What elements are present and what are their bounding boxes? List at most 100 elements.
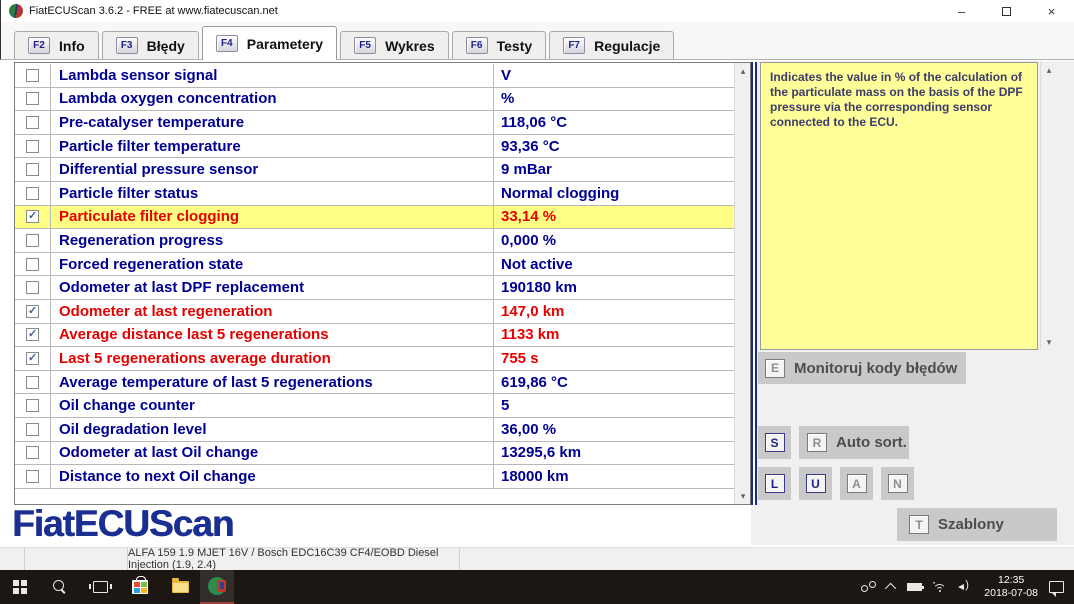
parameter-name: Particle filter status (59, 185, 198, 202)
scroll-up-icon[interactable]: ▴ (1041, 62, 1057, 78)
row-checkbox[interactable] (26, 69, 39, 82)
parameter-value-cell: 190180 km (494, 276, 734, 299)
key-a-icon: A (847, 474, 867, 493)
tab-testy[interactable]: F6 Testy (452, 31, 547, 59)
scroll-down-icon[interactable]: ▾ (735, 488, 751, 504)
parameter-row[interactable]: Average temperature of last 5 regenerati… (15, 371, 734, 395)
row-checkbox[interactable] (26, 376, 39, 389)
templates-button[interactable]: T Szablony (897, 508, 1057, 541)
parameter-row[interactable]: Odometer at last regeneration 147,0 km (15, 300, 734, 324)
parameter-row[interactable]: Regeneration progress 0,000 % (15, 229, 734, 253)
row-checkbox[interactable] (26, 258, 39, 271)
clock-date: 2018-07-08 (984, 587, 1038, 600)
row-checkbox[interactable] (26, 423, 39, 436)
tab-label: Testy (497, 38, 533, 54)
row-checkbox[interactable] (26, 399, 39, 412)
row-checkbox[interactable] (26, 446, 39, 459)
parameter-row[interactable]: Distance to next Oil change 18000 km (15, 465, 734, 489)
chevron-up-icon[interactable] (885, 583, 896, 594)
close-button[interactable]: × (1029, 0, 1074, 22)
scroll-up-icon[interactable]: ▴ (735, 63, 751, 79)
scroll-down-icon[interactable]: ▾ (1041, 334, 1057, 350)
description-scrollbar[interactable]: ▴ ▾ (1040, 62, 1056, 350)
people-icon[interactable] (861, 581, 877, 593)
auto-sort-button[interactable]: R Auto sort. (799, 426, 909, 459)
parameter-name-cell: Last 5 regenerations average duration (51, 347, 494, 370)
parameter-row[interactable]: Average distance last 5 regenerations 11… (15, 324, 734, 348)
parameter-name-cell: Distance to next Oil change (51, 465, 494, 488)
task-view-button[interactable] (80, 570, 120, 604)
maximize-icon (1002, 7, 1011, 16)
start-button[interactable] (0, 570, 40, 604)
wifi-icon[interactable] (933, 582, 947, 593)
row-checkbox[interactable] (26, 163, 39, 176)
parameter-row[interactable]: Forced regeneration state Not active (15, 253, 734, 277)
parameter-row[interactable]: Particulate filter clogging 33,14 % (15, 206, 734, 230)
sort-button[interactable]: S (758, 426, 791, 459)
key-n-icon: N (888, 474, 908, 493)
row-checkbox[interactable] (26, 352, 39, 365)
parameter-row[interactable]: Odometer at last DPF replacement 190180 … (15, 276, 734, 300)
search-button[interactable] (40, 570, 80, 604)
fiatecuscan-taskbar-button[interactable] (200, 570, 234, 604)
parameter-row[interactable]: Odometer at last Oil change 13295,6 km (15, 442, 734, 466)
row-checkbox[interactable] (26, 187, 39, 200)
tab-błędy[interactable]: F3 Błędy (102, 31, 199, 59)
parameter-row[interactable]: Differential pressure sensor 9 mBar (15, 158, 734, 182)
row-checkbox[interactable] (26, 281, 39, 294)
store-button[interactable] (120, 570, 160, 604)
tab-info[interactable]: F2 Info (14, 31, 99, 59)
tab-parametery[interactable]: F4 Parametery (202, 26, 337, 60)
fkey-icon: F5 (354, 37, 376, 54)
minimize-button[interactable]: – (939, 0, 984, 22)
key-n-button[interactable]: N (881, 467, 914, 500)
row-checkbox-cell (15, 276, 51, 299)
speaker-icon[interactable] (958, 581, 973, 593)
row-checkbox[interactable] (26, 470, 39, 483)
row-checkbox[interactable] (26, 234, 39, 247)
parameter-value-cell: Not active (494, 253, 734, 276)
tab-label: Błędy (147, 38, 185, 54)
parameter-row[interactable]: Oil change counter 5 (15, 394, 734, 418)
row-checkbox[interactable] (26, 140, 39, 153)
parameter-name-cell: Oil change counter (51, 394, 494, 417)
key-l-button[interactable]: L (758, 467, 791, 500)
parameter-row[interactable]: Lambda sensor signal V (15, 64, 734, 88)
parameter-name: Differential pressure sensor (59, 161, 258, 178)
parameter-row[interactable]: Particle filter temperature 93,36 °C (15, 135, 734, 159)
row-checkbox-cell (15, 442, 51, 465)
maximize-button[interactable] (984, 0, 1029, 22)
battery-icon[interactable] (907, 583, 922, 591)
parameter-row[interactable]: Particle filter status Normal clogging (15, 182, 734, 206)
parameter-name-cell: Odometer at last DPF replacement (51, 276, 494, 299)
taskbar-clock[interactable]: 12:35 2018-07-08 (984, 574, 1038, 600)
tab-regulacje[interactable]: F7 Regulacje (549, 31, 674, 59)
parameter-row[interactable]: Lambda oxygen concentration % (15, 88, 734, 112)
parameter-row[interactable]: Oil degradation level 36,00 % (15, 418, 734, 442)
monitor-error-codes-button[interactable]: E Monitoruj kody błędów (758, 352, 966, 384)
status-bar: ALFA 159 1.9 MJET 16V / Bosch EDC16C39 C… (0, 547, 1074, 570)
parameter-value-cell: 619,86 °C (494, 371, 734, 394)
parameter-row[interactable]: Pre-catalyser temperature 118,06 °C (15, 111, 734, 135)
title-bar: FiatECUScan 3.6.2 - FREE at www.fiatecus… (0, 0, 1074, 22)
row-checkbox[interactable] (26, 328, 39, 341)
parameter-name-cell: Oil degradation level (51, 418, 494, 441)
tab-wykres[interactable]: F5 Wykres (340, 31, 449, 59)
parameter-value-cell: 36,00 % (494, 418, 734, 441)
notification-icon[interactable] (1049, 581, 1064, 593)
row-checkbox[interactable] (26, 210, 39, 223)
key-u-icon: U (806, 474, 826, 493)
table-scrollbar[interactable]: ▴ ▾ (734, 63, 750, 504)
parameter-row[interactable]: Last 5 regenerations average duration 75… (15, 347, 734, 371)
parameter-value: % (501, 90, 514, 107)
row-checkbox[interactable] (26, 305, 39, 318)
row-checkbox[interactable] (26, 92, 39, 105)
taskbar: 12:35 2018-07-08 (0, 570, 1074, 604)
panel-splitter[interactable] (751, 62, 757, 505)
row-checkbox[interactable] (26, 116, 39, 129)
key-u-button[interactable]: U (799, 467, 832, 500)
file-explorer-button[interactable] (160, 570, 200, 604)
parameter-value: 18000 km (501, 468, 569, 485)
status-segment (25, 548, 128, 570)
key-a-button[interactable]: A (840, 467, 873, 500)
